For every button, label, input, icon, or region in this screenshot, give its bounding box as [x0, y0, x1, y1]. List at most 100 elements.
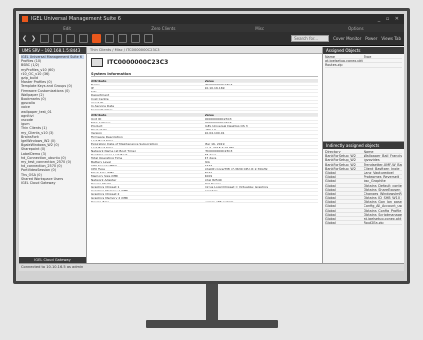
attribute-cell: Graphics Chipset 1	[91, 185, 120, 188]
igel-logo-icon	[22, 16, 28, 22]
screen: IGEL Universal Management Suite 6 _ ▫ ✕ …	[19, 14, 404, 271]
attribute-cell: Network Name (at Boot Time)	[91, 149, 136, 152]
name-cell: at.igelsetup.conex.pkt	[363, 217, 402, 221]
attribute-cell: Graphics Memory 2 (MB)	[91, 196, 129, 199]
window-controls[interactable]: _ ▫ ✕	[378, 16, 401, 22]
name-cell: Proteomes_Reverseit	[363, 175, 400, 179]
search-input[interactable]: Search for...	[291, 35, 330, 42]
name-cell: Rout2Ea.zip	[363, 221, 384, 225]
directory-cell: Global	[325, 175, 336, 179]
table-row[interactable]: Serial Number	[91, 108, 318, 112]
thin-client-icon	[91, 58, 103, 67]
directory-cell: Global	[325, 200, 336, 204]
name-cell: Obtains_Gon_Ion_password	[363, 200, 403, 204]
main-area: UMS SRV – 192.168.1.5:8443 IGEL Universa…	[19, 47, 404, 263]
assigned-objects-list: Name Type at.igelsetup.conex.pkt Routes.z…	[323, 54, 404, 69]
app-title: IGEL Universal Management Suite 6	[31, 16, 121, 22]
value-cell: 2773	[204, 163, 213, 167]
attribute-cell: Runtime since Last Boot	[91, 152, 128, 156]
settings-icon[interactable]	[144, 34, 154, 43]
value-cell: Not Device	[204, 181, 221, 185]
breadcrumb: Thin Clients / Misc / ITC0000000C23C3	[87, 47, 322, 54]
value-cell: UDC-LX	[204, 127, 216, 131]
name-cell: bsc_Graphite	[363, 179, 386, 183]
attribute-cell: Unit ID	[91, 116, 102, 120]
attribute-header: Attribute	[91, 79, 107, 82]
attribute-cell: Cost Centre	[91, 96, 109, 100]
indirect-objects-list: Directory Name BankForSetup_W2 Wallpaper_…	[323, 149, 404, 226]
copy-icon[interactable]	[66, 34, 76, 43]
name-cell: Trendsetter-UMF-W_Basefum	[363, 162, 403, 166]
navigation-panel: UMS SRV – 192.168.1.5:8443 IGEL Universa…	[19, 47, 87, 263]
assigned-objects-title: Assigned Objects	[323, 47, 404, 54]
value-cell	[205, 97, 319, 100]
table-icon[interactable]	[105, 34, 115, 43]
value-cell: 58 days	[204, 152, 217, 156]
refresh-icon[interactable]	[131, 34, 141, 43]
attribute-cell: Version	[91, 131, 103, 134]
value-cell: 4009	[204, 174, 213, 178]
list-item[interactable]: Routes.zip	[325, 63, 402, 68]
tree-item[interactable]: IGEL Cloud Gateway	[21, 181, 84, 185]
content-panel: Thin Clients / Misc / ITC0000000C23C3 IT…	[87, 47, 322, 263]
name-cell: Obtains_Scriptmanagement	[363, 212, 403, 216]
indirect-objects-title: Indirectly assigned objects	[323, 142, 404, 149]
assignment-panel: Assigned Objects Name Type at.igelsetup.…	[322, 47, 404, 263]
new-profile-icon[interactable]	[40, 34, 50, 43]
value-cell: Legacy x86 system	[204, 199, 234, 203]
system-info-title: System Information	[91, 72, 318, 77]
name-cell: Wallpaper_Bail_Francisco	[363, 154, 403, 158]
name-cell: Obtains_ShareExpsen	[363, 187, 401, 191]
delete-icon[interactable]	[92, 34, 102, 43]
value-cell: 000000000C23C3	[204, 116, 232, 120]
table-row[interactable]: Device Type Legacy x86 system	[91, 200, 318, 204]
tab-2[interactable]: Misc	[212, 26, 308, 31]
directory-cell: BankForSetup_W2	[325, 158, 356, 162]
list-item[interactable]: Global Rout2Ea.zip	[325, 221, 402, 226]
type-header: Type	[363, 55, 372, 59]
import-icon[interactable]	[118, 34, 128, 43]
value-cell: 000000000C23C3	[204, 120, 232, 124]
paint-icon[interactable]	[79, 34, 89, 43]
directory-cell: BankForSetup_W2	[325, 154, 356, 158]
attribute-cell: Product	[91, 124, 103, 127]
attribute-cell: Expiration Date of Maintenance Subscript…	[91, 142, 159, 145]
object-name: at.igelsetup.conex.pkt	[325, 59, 363, 63]
view-label[interactable]: Views Tab	[381, 36, 401, 41]
attribute-cell: Device Model	[91, 181, 112, 185]
title-bar: IGEL Universal Management Suite 6 _ ▫ ✕	[19, 14, 404, 24]
tab-0[interactable]: Edit	[19, 26, 115, 31]
directory-cell: Global	[325, 183, 336, 187]
forward-icon[interactable]: ❯	[31, 35, 36, 42]
value-cell: 10.04.100.01	[204, 131, 225, 134]
directory-cell: Global	[325, 196, 336, 200]
attribute-cell: Name	[91, 82, 100, 86]
menu-tabs: Edit Zero Clients Misc Options	[19, 24, 404, 32]
name-cell: igvovides	[363, 158, 380, 162]
tab-1[interactable]: Zero Clients	[115, 26, 211, 31]
attribute-cell: MAC Address	[91, 120, 111, 124]
value-cell: N/A	[204, 160, 210, 163]
attribute-cell: CPU Type	[91, 167, 105, 170]
value-header: Value	[204, 113, 214, 116]
value-cell	[205, 93, 319, 96]
refresh-label[interactable]: Cover Monitor	[333, 36, 361, 41]
send-label[interactable]: Power	[365, 36, 377, 41]
edit-icon[interactable]	[53, 34, 63, 43]
value-cell: Intel 82540	[204, 178, 222, 181]
back-icon[interactable]: ❮	[22, 35, 27, 42]
directory-cell: Global	[325, 179, 336, 183]
value-cell: IGEL Universal Desktop OS 3	[204, 124, 248, 127]
value-cell: Cirrus Logic/Chipset = Virtualize: Graph…	[204, 185, 269, 188]
directory-cell: Global	[325, 208, 336, 212]
attribute-cell: Product ID	[91, 127, 107, 131]
attribute-cell: CPU Speed (MHz)	[91, 163, 118, 167]
attribute-cell: Serial Number	[91, 107, 113, 111]
attribute-cell: IP	[91, 86, 94, 89]
value-cell	[205, 135, 319, 138]
value-cell	[205, 192, 319, 195]
monitor-stand-neck	[206, 284, 218, 320]
value-cell: Jul 3, 2018 7:16 PM	[204, 145, 234, 149]
attribute-cell: Device Type	[91, 199, 110, 203]
tab-3[interactable]: Options	[308, 26, 404, 31]
